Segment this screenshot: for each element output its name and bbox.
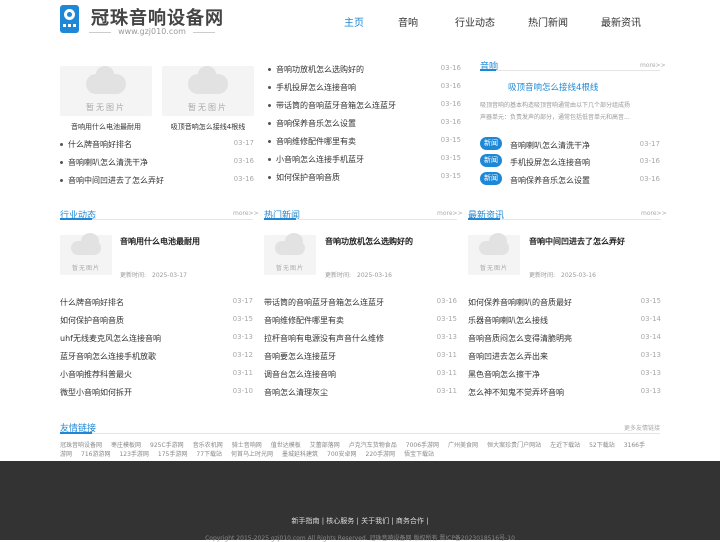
nav-home[interactable]: 主页 xyxy=(344,14,364,29)
list-item[interactable]: 音响凹进去怎么弄出来 03-13 xyxy=(468,351,661,363)
card-caption[interactable]: 吸顶音响怎么接线4根线 xyxy=(162,122,254,132)
list-item[interactable]: 小音响推荐科普最火 03-11 xyxy=(60,369,253,381)
footer-copyright: Copyright 2015-2025 gzj010.com All Right… xyxy=(205,535,515,542)
more-friend-links[interactable]: 更多友情链接 xyxy=(624,423,660,432)
list-item[interactable]: 带话筒的音响蓝牙音箱怎么连蓝牙 03-16 xyxy=(268,100,461,112)
list-item[interactable]: 音响保养音乐怎么设置 03-16 xyxy=(268,118,461,130)
friend-link[interactable]: 7006手游网 xyxy=(406,442,439,449)
list-item[interactable]: 如何保养音响喇叭的音质最好 03-15 xyxy=(468,297,661,309)
news-badge: 新闻 xyxy=(480,154,502,167)
footer-nav[interactable]: 新手指南 | 核心服务 | 关于我们 | 商务合作 | xyxy=(0,516,720,526)
section-divider xyxy=(60,432,660,434)
list-item[interactable]: 手机投屏怎么连接音响 03-16 xyxy=(268,82,461,94)
list-item[interactable]: 乐器音响喇叭怎么接线 03-14 xyxy=(468,315,661,327)
list-item[interactable]: uhf无线麦克风怎么连接音响 03-13 xyxy=(60,333,253,345)
friend-link[interactable]: 骑士音响网 xyxy=(232,442,262,449)
list-item[interactable]: 音响功放机怎么选购好的 03-16 xyxy=(268,64,461,76)
list-item[interactable]: 什么牌音响好排名 03-17 xyxy=(60,139,254,151)
friend-link[interactable]: 左近下载站 xyxy=(550,442,580,449)
list-item[interactable]: 带话筒的音响蓝牙音箱怎么连蓝牙 03-16 xyxy=(264,297,457,309)
section-divider xyxy=(468,218,661,220)
friend-link[interactable]: 700安卓网 xyxy=(327,451,356,458)
list-item[interactable]: 微型小音响如何拆开 03-10 xyxy=(60,387,253,399)
list-item[interactable]: 音响维修配件哪里有卖 03-15 xyxy=(268,136,461,148)
section-divider xyxy=(264,218,457,220)
friend-link[interactable]: 枣庄模板网 xyxy=(111,442,141,449)
feature-time: 更新时间: 2025-03-16 xyxy=(529,272,596,279)
friend-link[interactable]: 冠珠音响设备网 xyxy=(60,442,102,449)
card-caption[interactable]: 音响用什么电池最耐用 xyxy=(60,122,152,132)
list-item[interactable]: 音响维修配件哪里有卖 03-15 xyxy=(264,315,457,327)
friend-link[interactable]: 值世达模板 xyxy=(271,442,301,449)
image-placeholder[interactable]: 暂无图片 xyxy=(60,66,152,116)
nav-industry[interactable]: 行业动态 xyxy=(455,14,495,29)
image-placeholder[interactable]: 暂无图片 xyxy=(468,233,520,275)
list-item[interactable]: 新闻 手机投屏怎么连接音响 03-16 xyxy=(480,154,660,169)
image-placeholder[interactable]: 暂无图片 xyxy=(264,233,316,275)
friend-link[interactable]: 77下载站 xyxy=(196,451,222,458)
section-divider xyxy=(60,218,253,220)
list-item[interactable]: 如何保护音响音质 03-15 xyxy=(268,172,461,184)
more-link[interactable]: more>> xyxy=(641,210,667,217)
friend-link[interactable]: 恒大案珍贵门户网站 xyxy=(487,442,541,449)
friend-link[interactable]: 悟宝下载站 xyxy=(404,451,434,458)
feature-title[interactable]: 音响中间凹进去了怎么弄好 xyxy=(529,236,625,247)
speaker-logo-icon[interactable] xyxy=(60,5,79,33)
friend-link[interactable]: 175手游网 xyxy=(158,451,187,458)
feature-title[interactable]: 音响用什么电池最耐用 xyxy=(120,236,200,247)
friend-link[interactable]: 艾蕾部落网 xyxy=(310,442,340,449)
list-item[interactable]: 拉杆音响有电源没有声音什么维修 03-13 xyxy=(264,333,457,345)
nav-audio[interactable]: 音响 xyxy=(398,14,418,29)
list-item[interactable]: 新闻 音响保养音乐怎么设置 03-16 xyxy=(480,172,660,187)
list-item[interactable]: 音响音质闷怎么变得清脆明亮 03-14 xyxy=(468,333,661,345)
feature-time: 更新时间: 2025-03-17 xyxy=(120,272,187,279)
more-link[interactable]: more>> xyxy=(437,210,463,217)
list-item[interactable]: 黑色音响怎么擦干净 03-13 xyxy=(468,369,661,381)
feature-summary: 吸顶音响的基本构造吸顶音响通常由以下几个部分组成扬 xyxy=(480,102,631,109)
friend-link[interactable]: 墨城延科建筑 xyxy=(282,451,318,458)
more-link[interactable]: more>> xyxy=(640,62,666,69)
feature-summary: 声器单元：负责发声的部分，通常包括低音单元和高音... xyxy=(480,114,630,121)
nav-latest[interactable]: 最新资讯 xyxy=(601,14,641,29)
friend-link[interactable]: 925C手游网 xyxy=(150,442,184,449)
site-header: 冠珠音响设备网 www.gzj010.com 主页 音响 行业动态 热门新闻 最… xyxy=(0,0,720,44)
list-item[interactable]: 蓝牙音响怎么连接手机放歌 03-12 xyxy=(60,351,253,363)
friend-link[interactable]: 音乐农机网 xyxy=(193,442,223,449)
section-divider xyxy=(480,69,660,71)
friend-link[interactable]: 220手游网 xyxy=(366,451,395,458)
more-link[interactable]: more>> xyxy=(233,210,259,217)
list-item[interactable]: 怎么神不知鬼不觉弄坏音响 03-13 xyxy=(468,387,661,399)
friend-link[interactable]: 123手游网 xyxy=(119,451,148,458)
friend-link[interactable]: 52下载站 xyxy=(589,442,615,449)
list-item[interactable]: 如何保护音响音质 03-15 xyxy=(60,315,253,327)
friend-link[interactable]: 广州美食网 xyxy=(448,442,478,449)
site-domain: www.gzj010.com xyxy=(89,27,215,36)
nav-hot-news[interactable]: 热门新闻 xyxy=(528,14,568,29)
image-placeholder[interactable]: 暂无图片 xyxy=(162,66,254,116)
friend-link[interactable]: 游网 xyxy=(60,451,72,458)
site-footer: 新手指南 | 核心服务 | 关于我们 | 商务合作 | Copyright 20… xyxy=(0,461,720,542)
friend-link[interactable]: 3166手 xyxy=(624,442,645,449)
friend-link[interactable]: 716游游网 xyxy=(81,451,110,458)
image-placeholder[interactable]: 暂无图片 xyxy=(60,233,112,275)
list-item[interactable]: 新闻 音响喇叭怎么清洗干净 03-17 xyxy=(480,137,660,152)
list-item[interactable]: 音响喇叭怎么清洗干净 03-16 xyxy=(60,157,254,169)
list-item[interactable]: 音响怎么清理灰尘 03-11 xyxy=(264,387,457,399)
list-item[interactable]: 调音台怎么连接音响 03-11 xyxy=(264,369,457,381)
friend-link[interactable]: 卢克汽车货物食品 xyxy=(349,442,397,449)
feature-title[interactable]: 吸顶音响怎么接线4根线 xyxy=(508,81,598,93)
news-badge: 新闻 xyxy=(480,172,502,185)
list-item[interactable]: 小音响怎么连接手机蓝牙 03-15 xyxy=(268,154,461,166)
list-item[interactable]: 音响中间凹进去了怎么弄好 03-16 xyxy=(60,175,254,187)
news-badge: 新闻 xyxy=(480,137,502,150)
list-item[interactable]: 什么牌音响好排名 03-17 xyxy=(60,297,253,309)
friend-link[interactable]: 何首乌上时光网 xyxy=(231,451,273,458)
feature-title[interactable]: 音响功放机怎么选购好的 xyxy=(325,236,413,247)
feature-time: 更新时间: 2025-03-16 xyxy=(325,272,392,279)
list-item[interactable]: 音响要怎么连接蓝牙 03-11 xyxy=(264,351,457,363)
friend-links-row: 游网 716游游网 123手游网 175手游网 77下载站 何首乌上时光网 墨城延科建筑 70… xyxy=(60,450,660,460)
